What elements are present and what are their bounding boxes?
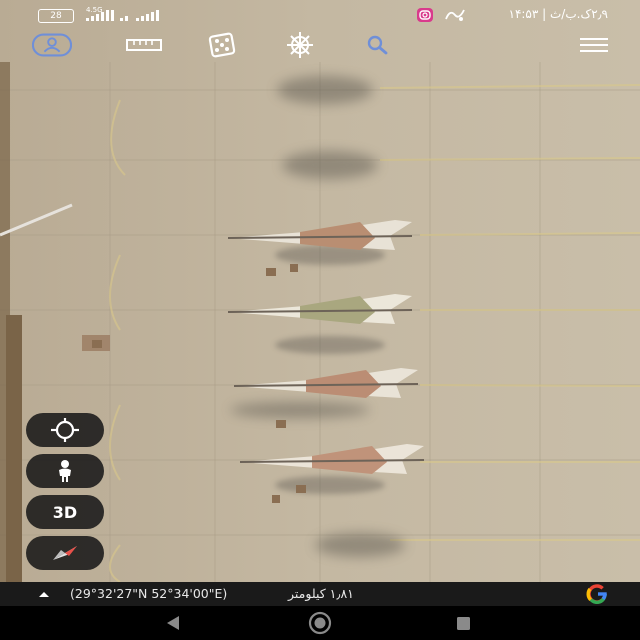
random-button[interactable] xyxy=(202,28,242,62)
search-button[interactable] xyxy=(358,28,398,62)
ship-wheel-icon xyxy=(287,32,313,58)
home-button[interactable] xyxy=(305,611,335,635)
signal-strength-icon xyxy=(86,10,159,21)
back-button[interactable] xyxy=(160,614,186,632)
view-3d-label: 3D xyxy=(52,502,78,522)
pegman-icon xyxy=(59,460,71,482)
system-navigation-bar xyxy=(0,606,640,640)
caret-up-icon xyxy=(39,592,49,597)
expand-info-button[interactable] xyxy=(36,588,52,600)
view-3d-button[interactable]: 3D xyxy=(26,495,104,529)
battery-level: 28 xyxy=(50,11,62,21)
status-clock: ۲٫۹ک.ب/ث | ۱۴:۵۳ xyxy=(508,7,609,21)
street-view-button[interactable] xyxy=(26,454,104,488)
google-logo xyxy=(578,583,618,605)
measure-button[interactable] xyxy=(124,28,164,62)
menu-button[interactable] xyxy=(574,28,614,62)
instagram-notification-icon xyxy=(417,8,433,22)
location-info-bar: (29°32'27"N 52°34'00"E) ۱٫۸۱ کیلومتر xyxy=(0,582,640,606)
scale-text: ۱٫۸۱ کیلومتر xyxy=(288,586,354,601)
crosshair-icon xyxy=(51,418,79,442)
compass-button[interactable] xyxy=(26,536,104,570)
google-g-icon xyxy=(586,584,607,605)
hamburger-menu-icon xyxy=(580,38,608,52)
app-notification-icon xyxy=(445,9,465,21)
user-circle-icon xyxy=(32,33,72,57)
search-icon xyxy=(367,35,388,55)
coordinates-text: (29°32'27"N 52°34'00"E) xyxy=(70,586,228,601)
voyager-button[interactable] xyxy=(280,28,320,62)
compass-needle-icon xyxy=(53,546,77,560)
back-triangle-icon xyxy=(167,616,179,630)
status-bar: 28 4.5G ۲٫۹ک.ب/ث | ۱۴:۵۳ xyxy=(0,0,640,28)
battery-indicator: 28 xyxy=(38,9,74,23)
recents-square-icon xyxy=(456,616,470,630)
ruler-icon xyxy=(126,39,162,51)
my-location-button[interactable] xyxy=(26,413,104,447)
dice-icon xyxy=(208,32,236,58)
recents-button[interactable] xyxy=(452,614,474,632)
top-toolbar xyxy=(0,28,640,62)
account-button[interactable] xyxy=(32,28,72,62)
home-circle-icon xyxy=(308,611,332,635)
